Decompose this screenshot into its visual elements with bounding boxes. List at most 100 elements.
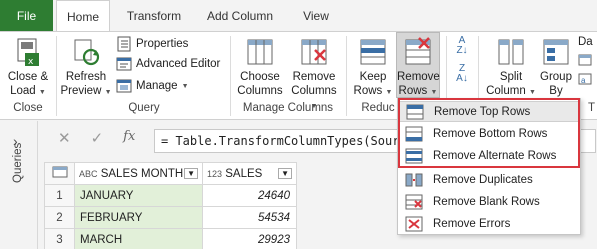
remove-blank-rows-icon xyxy=(403,194,425,210)
data-grid: ABC SALES MONTH ▼ 123 SALES ▼ 1 JANUARY … xyxy=(44,162,304,249)
number-type-icon[interactable]: 123 xyxy=(207,169,222,179)
remove-rows-button[interactable]: Remove Rows ▼ xyxy=(396,32,440,98)
split-column-label: Split xyxy=(499,71,523,83)
properties-button[interactable]: Properties xyxy=(116,36,188,52)
group-label-manage-columns: Manage Columns xyxy=(242,102,334,114)
menu-item-label: Remove Top Rows xyxy=(434,105,531,118)
remove-rows-label-2: Rows xyxy=(398,85,428,97)
remove-duplicates-icon xyxy=(403,172,425,188)
column-name: SALES MONTH xyxy=(100,167,184,180)
cell-sales[interactable]: 24640 xyxy=(202,184,297,207)
tab-transform[interactable]: Transform xyxy=(116,0,192,31)
row-number: 1 xyxy=(44,184,75,207)
group-label-query: Query xyxy=(128,102,160,114)
menu-item-label: Remove Duplicates xyxy=(433,173,533,186)
row-number: 3 xyxy=(44,228,75,249)
properties-icon xyxy=(117,36,131,52)
cell-month[interactable]: MARCH xyxy=(74,228,203,249)
truncated-ribbon-items: Da a xyxy=(578,36,597,88)
menu-item-label: Remove Alternate Rows xyxy=(433,149,557,162)
chevron-down-icon: ▼ xyxy=(104,89,112,96)
group-divider xyxy=(230,36,231,116)
choose-columns-label-2: Columns xyxy=(237,85,283,97)
choose-columns-button[interactable]: Choose Columns xyxy=(234,36,286,98)
table-row: 3 MARCH 29923 xyxy=(44,228,297,249)
tab-home[interactable]: Home xyxy=(56,0,110,32)
ribbon-tab-bar: File Home Transform Add Column View xyxy=(0,0,597,32)
filter-dropdown-icon[interactable]: ▼ xyxy=(184,167,198,179)
refresh-label: Refresh xyxy=(65,71,107,83)
table-row: 2 FEBRUARY 54534 xyxy=(44,206,297,229)
table-row: 1 JANUARY 24640 xyxy=(44,184,297,207)
chevron-down-icon: ▼ xyxy=(385,89,393,96)
properties-label: Properties xyxy=(136,38,189,50)
keep-rows-icon xyxy=(360,39,386,65)
row-number: 2 xyxy=(44,206,75,229)
close-load-button[interactable]: x Close & Load ▼ xyxy=(4,36,52,100)
cell-month[interactable]: FEBRUARY xyxy=(74,206,203,229)
manage-button[interactable]: Manage ▼ xyxy=(116,78,189,94)
menu-item-remove-errors[interactable]: Remove Errors xyxy=(399,213,579,234)
group-divider xyxy=(56,36,57,116)
column-header-sales[interactable]: 123 SALES ▼ xyxy=(202,162,297,185)
menu-item-label: Remove Blank Rows xyxy=(433,195,540,208)
menu-item-remove-duplicates[interactable]: Remove Duplicates xyxy=(399,169,579,190)
data-type-label[interactable]: Da xyxy=(578,36,597,48)
cancel-icon[interactable]: ✕ xyxy=(58,129,71,147)
svg-text:x: x xyxy=(28,57,34,67)
choose-columns-label: Choose xyxy=(240,71,280,83)
check-icon[interactable]: ✓ xyxy=(91,129,104,147)
remove-alternate-rows-icon xyxy=(403,148,425,164)
sort-descending-icon[interactable]: Z A↓ xyxy=(452,64,472,84)
refresh-preview-button[interactable]: Refresh Preview ▼ xyxy=(60,36,112,100)
svg-text:a: a xyxy=(581,76,586,85)
cell-sales[interactable]: 54534 xyxy=(202,206,297,229)
tab-file[interactable]: File xyxy=(0,0,53,31)
cell-month[interactable]: JANUARY xyxy=(74,184,203,207)
formula-actions: ✕ ✓ fx xyxy=(38,129,135,147)
split-column-icon xyxy=(498,39,524,65)
table-icon xyxy=(52,166,67,178)
keep-rows-button[interactable]: Keep Rows ▼ xyxy=(350,36,396,100)
sort-ascending-icon[interactable]: A Z↓ xyxy=(452,36,472,56)
queries-pane-label[interactable]: Queries xyxy=(12,143,24,183)
refresh-icon xyxy=(74,39,100,66)
replace-values-icon[interactable]: a xyxy=(578,73,597,88)
menu-item-remove-bottom-rows[interactable]: Remove Bottom Rows xyxy=(399,123,579,144)
data-table: ABC SALES MONTH ▼ 123 SALES ▼ 1 JANUARY … xyxy=(44,162,297,249)
cell-sales[interactable]: 29923 xyxy=(202,228,297,249)
column-header-sales-month[interactable]: ABC SALES MONTH ▼ xyxy=(74,162,203,185)
menu-item-label: Remove Errors xyxy=(433,217,511,230)
close-load-icon: x xyxy=(17,38,39,67)
fx-icon[interactable]: fx xyxy=(123,129,135,147)
manage-icon xyxy=(116,79,132,93)
menu-item-remove-alternate-rows[interactable]: Remove Alternate Rows xyxy=(399,145,579,166)
remove-columns-label: Remove xyxy=(292,71,336,83)
remove-rows-icon xyxy=(405,37,431,65)
group-by-button[interactable]: Group By xyxy=(538,36,574,98)
queries-pane: › Queries xyxy=(0,121,38,249)
tab-add-column[interactable]: Add Column xyxy=(198,0,282,31)
group-by-label: Group xyxy=(540,71,572,83)
tab-view[interactable]: View xyxy=(292,0,340,31)
use-first-row-icon[interactable] xyxy=(578,54,597,69)
menu-item-label: Remove Bottom Rows xyxy=(433,127,548,140)
menu-item-remove-top-rows[interactable]: Remove Top Rows xyxy=(399,101,579,122)
close-load-label-2: Load xyxy=(10,85,36,97)
split-column-label-2: Column xyxy=(486,85,526,97)
remove-errors-icon xyxy=(403,216,425,232)
text-type-icon[interactable]: ABC xyxy=(79,169,98,179)
close-load-label: Close & xyxy=(7,71,49,83)
keep-rows-label-2: Rows xyxy=(353,85,383,97)
split-column-button[interactable]: Split Column ▼ xyxy=(486,36,536,100)
group-label-transform: T xyxy=(587,102,596,114)
table-menu-corner[interactable] xyxy=(44,162,75,185)
remove-bottom-rows-icon xyxy=(403,126,425,142)
group-divider xyxy=(346,36,347,116)
filter-dropdown-icon[interactable]: ▼ xyxy=(278,167,292,179)
menu-item-remove-blank-rows[interactable]: Remove Blank Rows xyxy=(399,191,579,212)
chevron-down-icon: ▼ xyxy=(181,82,189,90)
advanced-editor-button[interactable]: Advanced Editor xyxy=(116,56,220,72)
column-name: SALES xyxy=(225,167,263,180)
refresh-label-2: Preview xyxy=(60,85,102,97)
